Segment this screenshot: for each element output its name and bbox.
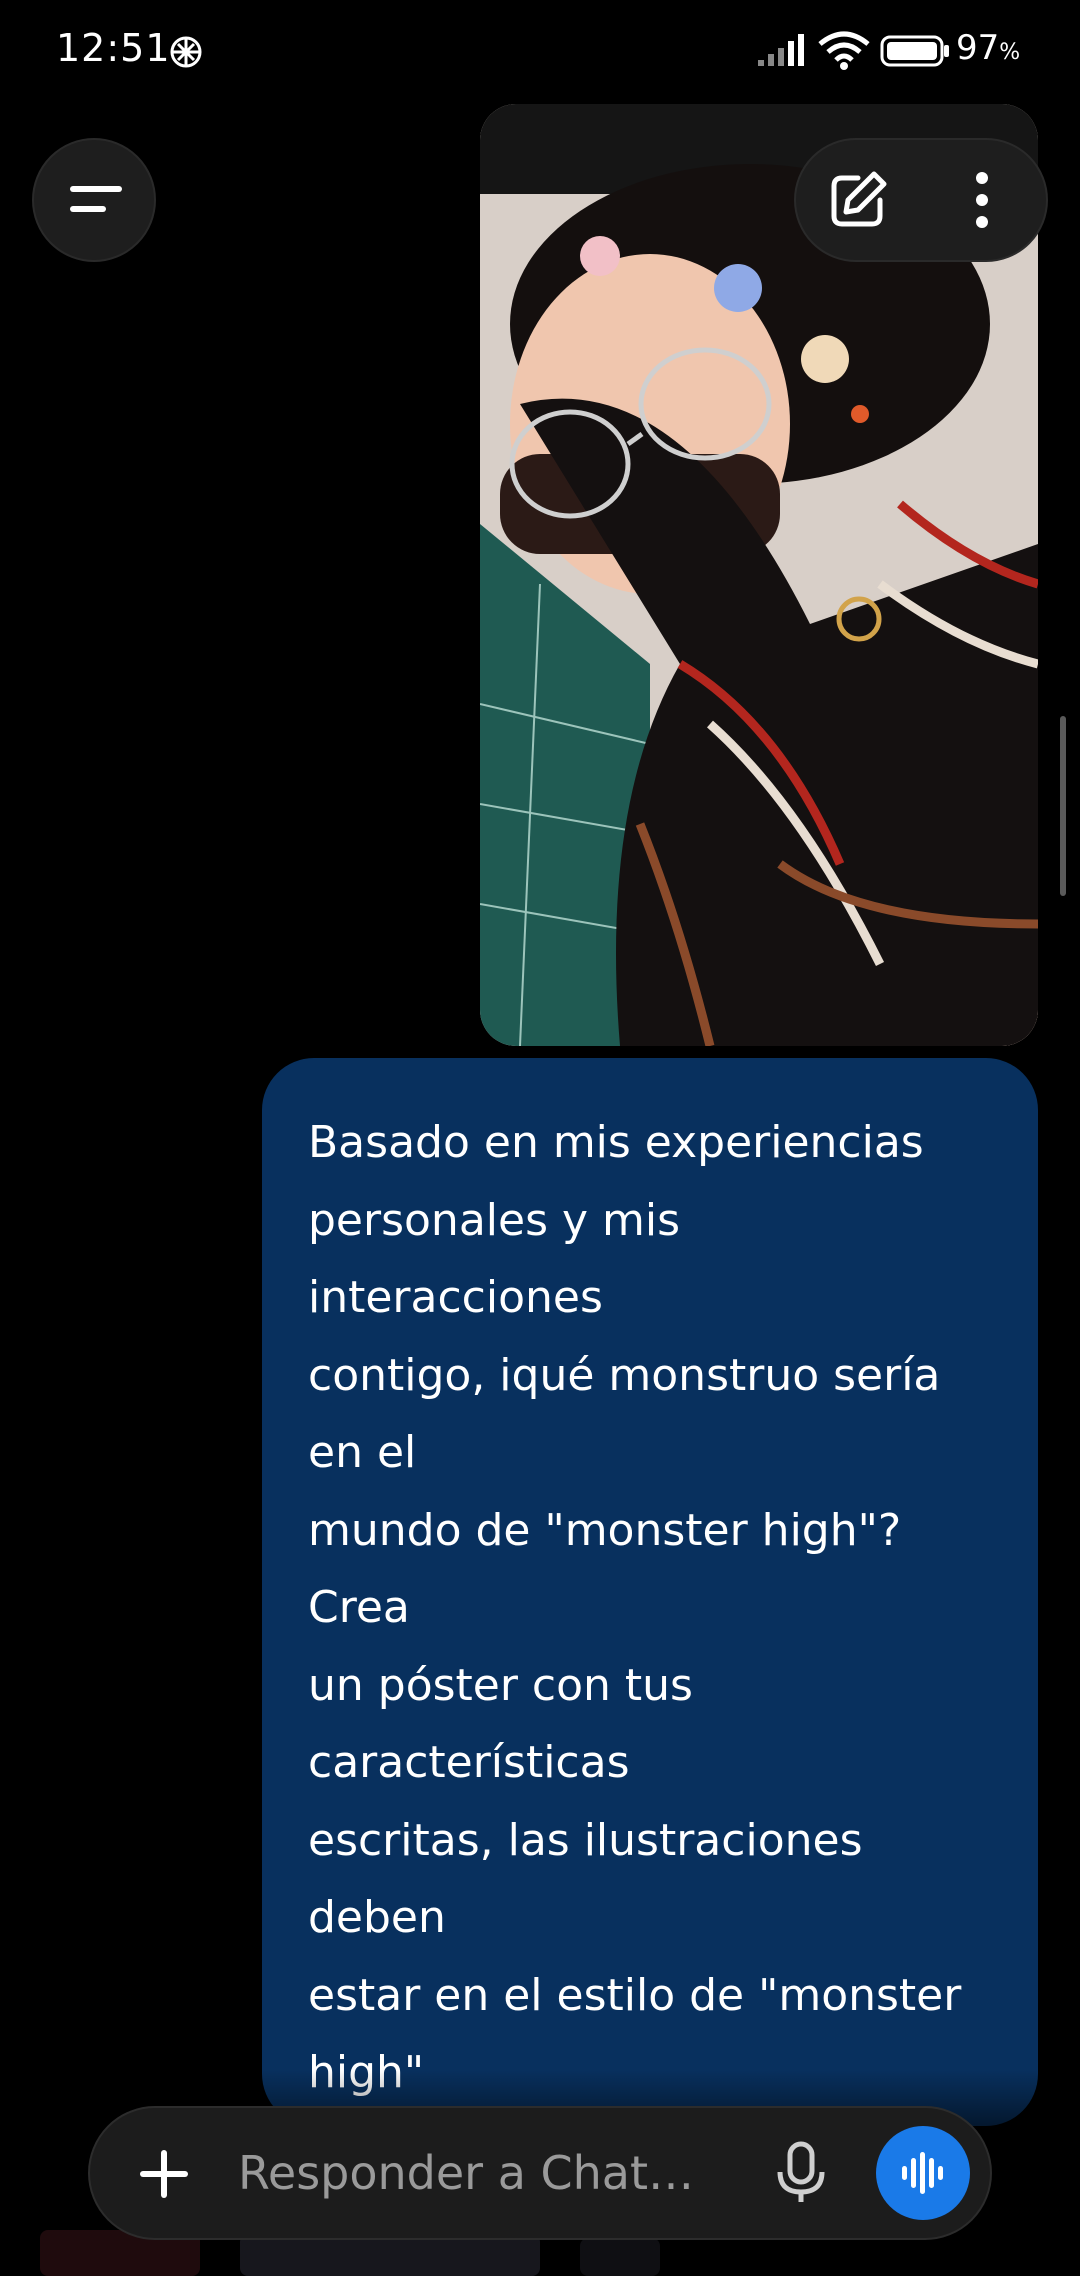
- menu-button[interactable]: [32, 138, 156, 262]
- message-composer: Responder a Chat…: [88, 2106, 992, 2240]
- composer-input[interactable]: Responder a Chat…: [238, 2146, 694, 2200]
- more-options-button[interactable]: [948, 166, 1016, 234]
- message-line: Crea: [308, 1582, 410, 1633]
- battery-percent: 97%: [956, 28, 1021, 68]
- message-line: interacciones: [308, 1272, 603, 1323]
- message-line: mundo de "monster high"?: [308, 1504, 902, 1556]
- edit-icon: [831, 171, 887, 227]
- status-bar: 12:51 97%: [0, 0, 1080, 100]
- message-line: contigo, iqué monstruo sería: [308, 1349, 941, 1401]
- message-line: estar en el estilo de "monster: [308, 1969, 962, 2021]
- more-vertical-icon: [976, 172, 988, 228]
- message-line: en el: [308, 1427, 417, 1478]
- message-line: escritas, las ilustraciones: [308, 1814, 863, 1866]
- voice-waveform-icon: [902, 2152, 943, 2194]
- openai-logo-icon: [170, 36, 202, 68]
- voice-mode-button[interactable]: [876, 2126, 970, 2220]
- header-actions: [794, 138, 1048, 262]
- dictate-button[interactable]: [766, 2138, 836, 2208]
- user-message-bubble[interactable]: Basado en mis experiencias personales y …: [262, 1058, 1038, 2126]
- message-line: Basado en mis experiencias: [308, 1117, 924, 1168]
- wifi-icon: [818, 31, 870, 70]
- message-line: características: [308, 1737, 630, 1788]
- mic-icon: [777, 2141, 825, 2202]
- new-chat-button[interactable]: [824, 166, 892, 234]
- signal-icon: [758, 34, 804, 66]
- menu-icon: [70, 186, 122, 212]
- scrollbar[interactable]: [1060, 716, 1066, 896]
- status-time: 12:51: [56, 26, 171, 70]
- plus-icon: [140, 2150, 188, 2198]
- message-line: personales y mis: [308, 1194, 681, 1246]
- message-line: un póster con tus: [308, 1659, 693, 1711]
- attach-button[interactable]: [134, 2144, 194, 2204]
- battery-icon: [880, 35, 949, 67]
- message-line: deben: [308, 1892, 446, 1943]
